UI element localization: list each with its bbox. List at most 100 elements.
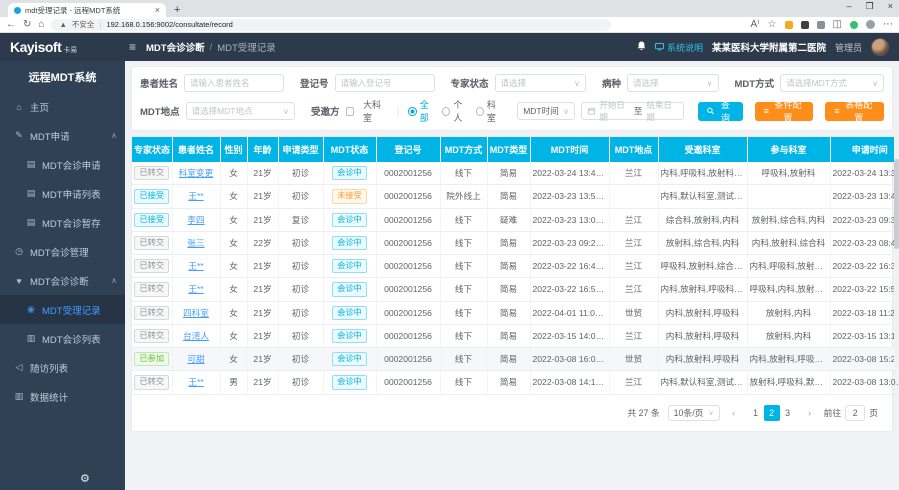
expert-status-select[interactable]: 请选择∨ bbox=[495, 74, 586, 92]
search-button[interactable]: 查询 bbox=[698, 102, 743, 121]
register-no-input[interactable] bbox=[335, 74, 435, 92]
big-dept-checkbox[interactable] bbox=[346, 107, 354, 116]
disease-select[interactable]: 请选择∨ bbox=[627, 74, 718, 92]
patient-name-link[interactable]: 张三 bbox=[187, 238, 204, 248]
split-screen-icon[interactable]: ◫ bbox=[833, 20, 842, 30]
refresh-icon[interactable]: ↻ bbox=[23, 20, 31, 30]
extension-icon[interactable] bbox=[785, 21, 793, 29]
sidebar-item-MDT会诊暂存[interactable]: ▤MDT会诊暂存 bbox=[0, 208, 125, 237]
mdt-mode-select[interactable]: 请选择MDT方式∨ bbox=[780, 74, 884, 92]
chevron-up-icon: ∧ bbox=[111, 276, 117, 285]
scrollbar[interactable] bbox=[894, 119, 899, 369]
table-row: 已转交张三女22岁初诊会诊中0002001256线下简易2022-03-23 0… bbox=[132, 231, 899, 254]
patient-name-link[interactable]: 王** bbox=[188, 377, 203, 387]
expert-status-cell: 已转交 bbox=[132, 371, 172, 394]
stats-icon: ▥ bbox=[14, 391, 24, 402]
prev-page-button[interactable]: ‹ bbox=[726, 405, 742, 421]
patient-name-link[interactable]: 四科室 bbox=[183, 308, 209, 318]
minimize-button[interactable]: – bbox=[847, 1, 852, 12]
sidebar-item-MDT会诊管理[interactable]: ◷MDT会诊管理 bbox=[0, 237, 125, 266]
collapse-menu-icon[interactable]: ≡ bbox=[129, 40, 136, 54]
back-icon[interactable]: ← bbox=[6, 20, 16, 30]
page-size-select[interactable]: 10条/页∨ bbox=[668, 405, 720, 421]
mdt-mode-cell: 线下 bbox=[440, 371, 487, 394]
patient-name-link[interactable]: 科室变更 bbox=[179, 168, 213, 178]
page-button-2[interactable]: 2 bbox=[764, 405, 780, 421]
invited-depts-cell: 内科,放射科,呼吸科 bbox=[658, 301, 747, 324]
patient-name-link[interactable]: 王** bbox=[188, 191, 203, 201]
draft-icon: ▤ bbox=[26, 217, 36, 228]
mdt-place-select[interactable]: 请选择MDT地点∨ bbox=[186, 102, 295, 120]
table-row: 已转交科室变更女21岁初诊会诊中0002001256线下简易2022-03-24… bbox=[132, 162, 899, 185]
sidebar-item-MDT申请[interactable]: ✎MDT申请∧ bbox=[0, 121, 125, 150]
share-icon: ◁ bbox=[14, 362, 24, 373]
date-range-picker[interactable]: 开始日期 至 结束日期 bbox=[581, 102, 684, 120]
patient-name-input[interactable] bbox=[184, 74, 284, 92]
read-aloud-icon[interactable]: A⁾ bbox=[750, 20, 759, 30]
gear-icon[interactable]: ⚙ bbox=[80, 472, 90, 485]
restore-button[interactable]: ❐ bbox=[866, 1, 874, 12]
apply-type-cell: 复诊 bbox=[278, 208, 323, 231]
browser-profile-avatar[interactable] bbox=[866, 20, 875, 29]
patient-name-link[interactable]: 王** bbox=[188, 261, 203, 271]
sidebar-item-label: 数据统计 bbox=[30, 390, 68, 404]
joined-depts-cell: 内科,放射科,综合科 bbox=[747, 231, 830, 254]
address-bar[interactable]: ▲ 不安全 | 192.168.0.156:9002/consultate/re… bbox=[51, 19, 611, 31]
joined-depts-cell: 呼吸科,放射科 bbox=[747, 162, 830, 185]
extension-icon[interactable] bbox=[817, 21, 825, 29]
goto-page-input[interactable] bbox=[845, 405, 865, 421]
column-header: 年龄 bbox=[247, 137, 278, 162]
mdt-status-badge: 会诊中 bbox=[332, 282, 367, 296]
filter-panel: 患者姓名 登记号 专家状态 请选择∨ 病种 请选择∨ MDT方式 请选择MDT方… bbox=[131, 66, 893, 131]
mdt-status-badge: 会诊中 bbox=[332, 352, 367, 366]
mdt-status-badge: 会诊中 bbox=[332, 375, 367, 389]
table-config-button[interactable]: ≡表格配置 bbox=[825, 102, 884, 121]
more-icon[interactable]: ⋯ bbox=[883, 20, 893, 30]
home-icon[interactable]: ⌂ bbox=[38, 20, 44, 30]
mdt-time-select[interactable]: MDT时间∨ bbox=[517, 102, 575, 120]
mdt-mode-cell: 线下 bbox=[440, 348, 487, 371]
sidebar-item-MDT会诊列表[interactable]: ▥MDT会诊列表 bbox=[0, 324, 125, 353]
mdt-time-cell: 2022-03-08 16:00:00 bbox=[530, 348, 609, 371]
sidebar-item-随访列表[interactable]: ◁随访列表 bbox=[0, 353, 125, 382]
favorites-icon[interactable]: ☆ bbox=[768, 20, 777, 30]
avatar[interactable] bbox=[871, 38, 889, 56]
joined-depts-cell: 放射科,内科 bbox=[747, 324, 830, 347]
sidebar: 远程MDT系统 ⌂主页✎MDT申请∧▤MDT会诊申请▤MDT申请列表▤MDT会诊… bbox=[0, 61, 125, 490]
radio-all[interactable]: 全部 bbox=[408, 98, 436, 124]
close-button[interactable]: × bbox=[888, 1, 893, 12]
radio-personal[interactable]: 个人 bbox=[442, 98, 470, 124]
config-icon: ≡ bbox=[834, 106, 839, 116]
sidebar-item-MDT受理记录[interactable]: ◉MDT受理记录 bbox=[0, 295, 125, 324]
new-tab-button[interactable]: + bbox=[174, 3, 180, 17]
page-button-1[interactable]: 1 bbox=[748, 405, 764, 421]
patient-name-cell: 李四 bbox=[172, 208, 220, 231]
bell-icon[interactable] bbox=[637, 41, 646, 54]
mdt-time-cell: 2022-03-22 16:50:00 bbox=[530, 278, 609, 301]
sidebar-item-MDT申请列表[interactable]: ▤MDT申请列表 bbox=[0, 179, 125, 208]
sidebar-item-MDT会诊申请[interactable]: ▤MDT会诊申请 bbox=[0, 150, 125, 179]
security-warning-icon: ▲ bbox=[59, 20, 66, 29]
sidebar-item-数据统计[interactable]: ▥ 数据统计 bbox=[0, 382, 125, 411]
joined-depts-cell: 呼吸科,内科,放射科,影像科 bbox=[747, 278, 830, 301]
tab-close-icon[interactable]: × bbox=[155, 5, 160, 15]
patient-name-link[interactable]: 王** bbox=[188, 284, 203, 294]
expert-status-badge: 已接受 bbox=[134, 189, 169, 203]
table-row: 已转交王**女21岁初诊会诊中0002001256线下简易2022-03-22 … bbox=[132, 255, 899, 278]
patient-name-link[interactable]: 李四 bbox=[187, 215, 204, 225]
next-page-button[interactable]: › bbox=[802, 405, 818, 421]
sidebar-item-MDT会诊诊断[interactable]: ♥MDT会诊诊断∧ bbox=[0, 266, 125, 295]
register-no-cell: 0002001256 bbox=[376, 301, 440, 324]
extension-icon[interactable] bbox=[801, 21, 809, 29]
column-header: MDT时间 bbox=[530, 137, 609, 162]
system-help-link[interactable]: 系统说明 bbox=[655, 41, 703, 54]
radio-dept[interactable]: 科室 bbox=[476, 98, 504, 124]
sidebar-item-主页[interactable]: ⌂主页 bbox=[0, 92, 125, 121]
patient-name-link[interactable]: 可甜 bbox=[187, 354, 204, 364]
breadcrumb-parent[interactable]: MDT会诊诊断 bbox=[146, 40, 205, 54]
browser-tab[interactable]: mdt受理记录 - 远程MDT系统 × bbox=[8, 3, 166, 17]
patient-name-link[interactable]: 台湾人 bbox=[183, 331, 209, 341]
page-button-3[interactable]: 3 bbox=[780, 405, 796, 421]
condition-config-button[interactable]: ≡条件配置 bbox=[755, 102, 814, 121]
app-logo[interactable]: Kayisoft 卡易 bbox=[0, 39, 125, 55]
